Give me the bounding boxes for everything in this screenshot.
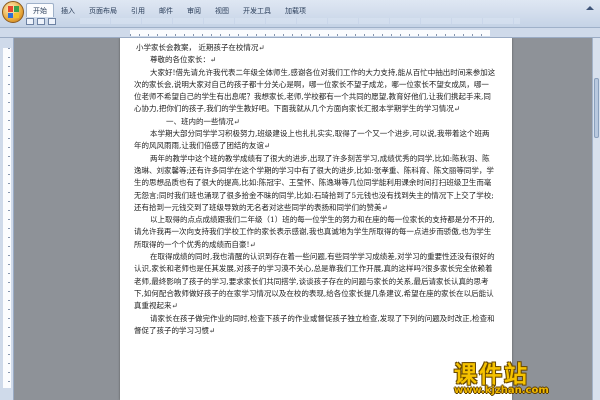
paragraph: 本学期大部分同学学习积极努力,班级建设上也扎扎实实,取得了一个又一个进步,可以说… [134,129,490,151]
vertical-scrollbar[interactable] [592,38,600,400]
ruler-text-area [130,30,490,36]
ribbon-tab[interactable]: 页面布局 [82,3,124,17]
section-heading: 一、班内的一些情况↵ [166,116,240,126]
scrollbar-thumb[interactable] [594,78,599,138]
undo-icon[interactable] [37,18,45,25]
ribbon-tab[interactable]: 引用 [124,3,152,17]
ribbon-tabs: 开始 插入 页面布局 引用 邮件 审阅 视图 开发工具 加载项 [26,3,313,17]
ribbon-tab[interactable]: 开发工具 [236,3,278,17]
ribbon-tab[interactable]: 视图 [208,3,236,17]
horizontal-ruler[interactable] [0,28,600,38]
quick-access-toolbar [26,18,56,25]
paragraph: 请家长在孩子做完作业的同时,检查下孩子的作业或督促孩子独立检查,发现了下列的问题… [134,313,495,335]
ribbon-tab[interactable]: 审阅 [180,3,208,17]
watermark-url: www.kjzhan.com [454,385,549,396]
ribbon-tab[interactable]: 插入 [54,3,82,17]
vertical-ruler[interactable] [3,48,11,388]
ribbon-tab[interactable]: 加载项 [278,3,313,17]
site-watermark-logo: 课件站 www.kjzhan.com [440,355,600,400]
ribbon: 开始 插入 页面布局 引用 邮件 审阅 视图 开发工具 加载项 [0,0,600,28]
office-button[interactable] [2,1,24,23]
document-body[interactable]: 小学家长会教案， 近期孩子在校情况↵ 尊敬的各位家长：↵ 大家好!借先请允许我代… [134,42,496,337]
ribbon-tab[interactable]: 开始 [26,3,54,17]
document-page[interactable]: 小学家长会教案， 近期孩子在校情况↵ 尊敬的各位家长：↵ 大家好!借先请允许我代… [120,38,512,400]
vertical-ruler-bar [0,38,14,400]
paragraph: 大家好!借先请允许我代表二年级全体师生,感谢各位对我们工作的大力支持,能从百忙中… [134,67,496,114]
paragraph: 以上取得的点点成绩跟我们二年级（1）班的每一位学生的努力和在座的每一位家长的支持… [134,215,495,249]
watermark-title: 课件站 [454,362,529,388]
document-workspace: 小学家长会教案， 近期孩子在校情况↵ 尊敬的各位家长：↵ 大家好!借先请允许我代… [14,38,592,400]
save-icon[interactable] [26,18,34,25]
ribbon-tab[interactable]: 邮件 [152,3,180,17]
ribbon-minimize-icon[interactable] [586,4,594,12]
office-logo-icon [8,6,19,18]
redo-icon[interactable] [48,18,56,25]
paragraph: 两年的教学中这个班的教学成绩有了很大的进步,出现了许多刻苦学习,成绩优秀的同学,… [134,153,494,212]
ribbon-collapsed-body [80,18,520,24]
salutation: 尊敬的各位家长：↵ [150,55,217,65]
doc-title: 小学家长会教案， 近期孩子在校情况↵ [136,43,265,52]
paragraph: 在取得成绩的同时,我也清醒的认识到存在着一些问题,有些同学学习成绩差,对学习的重… [134,252,495,311]
